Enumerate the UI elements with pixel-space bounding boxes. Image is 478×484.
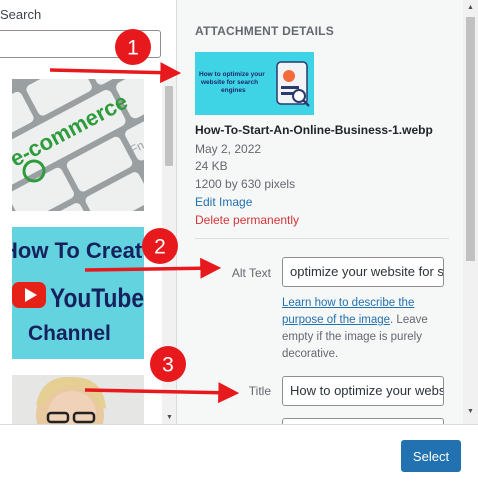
media-library-panel: Search e-commerce Z Fn bbox=[0, 0, 176, 424]
woman-portrait-image bbox=[12, 375, 144, 424]
media-thumbnail-portrait[interactable] bbox=[12, 375, 144, 424]
select-button[interactable]: Select bbox=[401, 440, 461, 472]
attachment-preview: How to optimize your website for search … bbox=[195, 52, 314, 115]
preview-text-line-1: How to optimize your bbox=[199, 71, 265, 78]
delete-permanently-link[interactable]: Delete permanently bbox=[195, 213, 299, 227]
details-scrollbar[interactable]: ▲ ▼ bbox=[463, 0, 478, 424]
scroll-down-arrow-icon[interactable]: ▼ bbox=[162, 412, 176, 424]
ecommerce-keyboard-image: e-commerce Z Fn bbox=[12, 79, 144, 211]
media-thumbnail-youtube[interactable]: How To Creat YouTube Channel bbox=[12, 227, 144, 359]
youtube-line-1: How To Creat bbox=[12, 238, 143, 263]
image-dimensions: 1200 by 630 pixels bbox=[195, 177, 296, 191]
attachment-details-heading: ATTACHMENT DETAILS bbox=[195, 24, 334, 38]
file-name: How-To-Start-An-Online-Business-1.webp bbox=[195, 123, 433, 137]
divider bbox=[195, 238, 449, 239]
preview-text-line-3: engines bbox=[221, 87, 246, 94]
search-label: Search bbox=[0, 7, 42, 22]
media-grid-scrollbar[interactable]: ▼ bbox=[162, 78, 176, 424]
title-input[interactable]: How to optimize your website bbox=[282, 376, 444, 406]
scroll-down-arrow-icon[interactable]: ▼ bbox=[463, 406, 478, 418]
youtube-line-3: Channel bbox=[28, 322, 111, 345]
alt-text-input[interactable]: optimize your website for search engines bbox=[282, 257, 444, 287]
details-scroll-thumb[interactable] bbox=[466, 17, 475, 261]
search-input[interactable] bbox=[0, 30, 161, 58]
media-thumbnail-ecommerce[interactable]: e-commerce Z Fn bbox=[12, 79, 144, 211]
attachment-details-panel: ATTACHMENT DETAILS How to optimize your … bbox=[176, 0, 478, 424]
alt-text-help: Learn how to describe the purpose of the… bbox=[282, 295, 447, 363]
preview-text-line-2: website for search bbox=[200, 79, 258, 86]
upload-date: May 2, 2022 bbox=[195, 142, 262, 156]
youtube-channel-image: How To Creat YouTube Channel bbox=[12, 227, 144, 359]
media-grid-scroll-thumb[interactable] bbox=[165, 86, 173, 166]
scroll-up-arrow-icon[interactable]: ▲ bbox=[463, 2, 478, 14]
youtube-line-2: YouTube bbox=[50, 283, 144, 313]
file-size: 24 KB bbox=[195, 159, 228, 173]
media-modal-toolbar: Select bbox=[0, 424, 478, 484]
preview-image: How to optimize your website for search … bbox=[195, 52, 314, 115]
title-label: Title bbox=[248, 384, 271, 398]
edit-image-link[interactable]: Edit Image bbox=[195, 195, 252, 209]
alt-text-label: Alt Text bbox=[231, 266, 271, 280]
